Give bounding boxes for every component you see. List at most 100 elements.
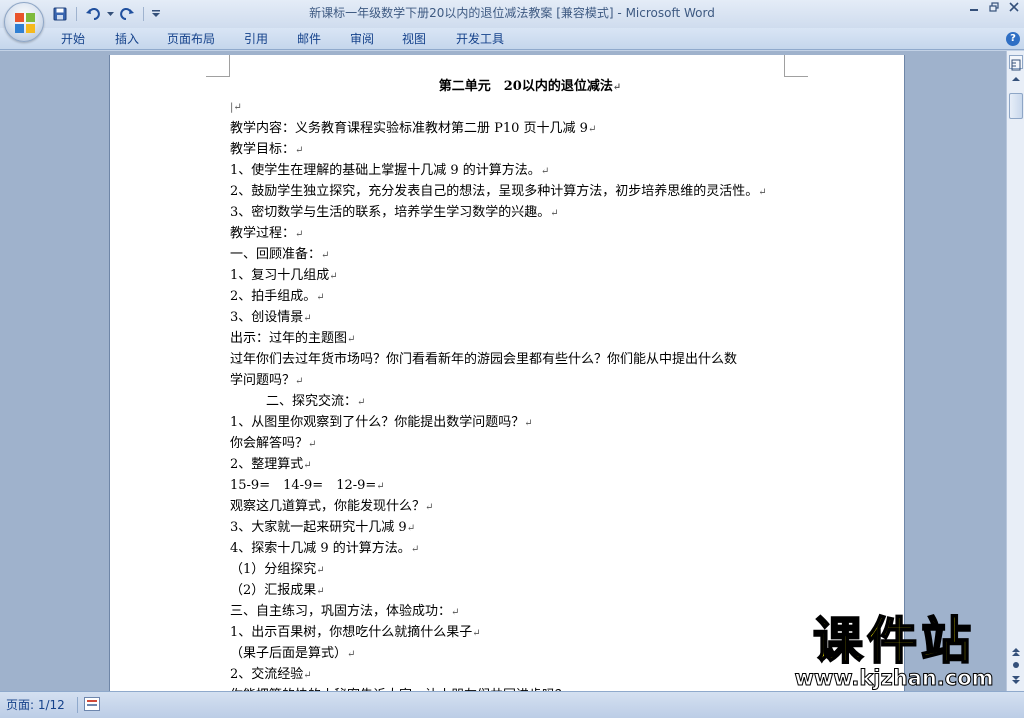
paragraph-mark: ↵ [329, 271, 338, 282]
document-line[interactable]: 2、交流经验↵ [230, 664, 830, 685]
watermark-url: www.kjzhan.com [794, 666, 994, 691]
paragraph-mark: ↵ [347, 649, 356, 660]
undo-button[interactable] [83, 4, 103, 24]
tab-developer[interactable]: 开发工具 [456, 30, 504, 48]
document-line[interactable]: 教学内容：义务教育课程实验标准教材第二册 P10 页十几减 9↵ [230, 118, 830, 139]
redo-icon [120, 8, 134, 20]
proofing-status-icon[interactable] [84, 697, 100, 711]
document-line[interactable]: （果子后面是算式）↵ [230, 643, 830, 664]
paragraph-mark: ↵ [376, 481, 385, 492]
paragraph-mark: ↵ [321, 250, 330, 261]
toolbar-separator [76, 7, 77, 21]
tab-mailings[interactable]: 邮件 [297, 30, 321, 48]
document-body[interactable]: 第二单元 20以内的退位减法↵ |↵ 教学内容：义务教育课程实验标准教材第二册 … [230, 76, 830, 691]
vertical-scrollbar[interactable] [1006, 51, 1024, 691]
view-ruler-button[interactable] [1009, 55, 1023, 71]
ruler-icon [1011, 59, 1021, 71]
paragraph-mark: ↵ [295, 229, 304, 240]
paragraph-mark: ↵ [451, 607, 460, 618]
customize-toolbar-button[interactable] [150, 4, 162, 24]
document-lines: 教学内容：义务教育课程实验标准教材第二册 P10 页十几减 9↵ 教学目标：↵ 1、… [230, 118, 830, 691]
paragraph-mark: ↵ [410, 544, 420, 555]
page-count-indicator[interactable]: 页面: 1/12 [6, 697, 65, 713]
document-line[interactable]: 观察这几道算式，你能发现什么？↵ [230, 496, 830, 517]
paragraph-mark: ↵ [295, 376, 304, 387]
tab-view[interactable]: 视图 [402, 30, 426, 48]
redo-button[interactable] [117, 4, 137, 24]
document-workspace[interactable]: 第二单元 20以内的退位减法↵ |↵ 教学内容：义务教育课程实验标准教材第二册 … [0, 51, 1006, 691]
undo-icon [86, 8, 100, 20]
paragraph-mark: ↵ [295, 145, 304, 156]
document-page[interactable]: 第二单元 20以内的退位减法↵ |↵ 教学内容：义务教育课程实验标准教材第二册 … [110, 55, 904, 691]
office-logo-icon [15, 13, 35, 33]
document-line[interactable]: 1、从图里你观察到了什么？你能提出数学问题吗？↵ [230, 412, 830, 433]
paragraph-mark: ↵ [550, 208, 559, 219]
paragraph-mark: ↵ [316, 586, 325, 597]
paragraph-mark: ↵ [347, 334, 356, 345]
document-line[interactable]: 15-9= 14-9= 12-9=↵ [230, 475, 830, 496]
document-line[interactable]: 2、整理算式↵ [230, 454, 830, 475]
status-bar: 页面: 1/12 [0, 691, 1024, 718]
document-line[interactable]: 一、回顾准备：↵ [230, 244, 830, 265]
quick-access-toolbar [50, 4, 162, 24]
minimize-button[interactable] [966, 2, 982, 16]
toolbar-separator [143, 7, 144, 21]
paragraph-mark: ↵ [612, 82, 622, 93]
paragraph-mark: ↵ [303, 670, 312, 681]
document-line[interactable]: 过年你们去过年货市场吗？你门看看新年的游园会里都有些什么？你们能从中提出什么数 [230, 349, 830, 370]
tab-references[interactable]: 引用 [244, 30, 268, 48]
tab-insert[interactable]: 插入 [115, 30, 139, 48]
scrollbar-thumb[interactable] [1009, 93, 1023, 119]
title-bar: 新课标一年级数学下册20以内的退位减法教案 [兼容模式] - Microsoft… [0, 0, 1024, 28]
save-icon [53, 7, 67, 21]
status-separator [77, 697, 78, 713]
undo-dropdown[interactable] [105, 4, 115, 24]
text-cursor-line[interactable]: |↵ [230, 97, 830, 118]
restore-icon [989, 2, 999, 12]
crop-mark-top-left [206, 55, 230, 77]
document-line[interactable]: 学问题吗？↵ [230, 370, 830, 391]
close-button[interactable] [1006, 2, 1022, 16]
document-line[interactable]: 1、使学生在理解的基础上掌握十几减 9 的计算方法。↵ [230, 160, 830, 181]
office-button[interactable] [4, 2, 44, 42]
document-line[interactable]: 1、复习十几组成↵ [230, 265, 830, 286]
watermark-brand: 课件站 [812, 611, 975, 671]
restore-button[interactable] [986, 2, 1002, 16]
tab-home[interactable]: 开始 [61, 30, 85, 48]
document-line[interactable]: 4、探索十几减 9 的计算方法。↵ [230, 538, 830, 559]
paragraph-mark: ↵ [425, 502, 434, 513]
save-button[interactable] [50, 4, 70, 24]
ribbon-tab-bar: 开始 插入 页面布局 引用 邮件 审阅 视图 开发工具 ? [0, 28, 1024, 50]
tab-page-layout[interactable]: 页面布局 [167, 30, 215, 48]
document-line[interactable]: （1）分组探究↵ [230, 559, 830, 580]
document-line[interactable]: 教学过程：↵ [230, 223, 830, 244]
document-name: 新课标一年级数学下册20以内的退位减法教案 [兼容模式] [309, 6, 614, 20]
document-line[interactable]: 3、创设情景↵ [230, 307, 830, 328]
paragraph-mark: ↵ [308, 439, 317, 450]
document-line[interactable]: 你会解答吗？↵ [230, 433, 830, 454]
help-icon[interactable]: ? [1006, 32, 1020, 46]
document-line[interactable]: 1、出示百果树，你想吃什么就摘什么果子↵ [230, 622, 830, 643]
document-line[interactable]: （2）汇报成果↵ [230, 580, 830, 601]
paragraph-mark: ↵ [587, 124, 597, 135]
document-line[interactable]: 三、自主练习，巩固方法，体验成功：↵ [230, 601, 830, 622]
scroll-up-button[interactable] [1009, 73, 1023, 87]
paragraph-mark: ↵ [303, 460, 312, 471]
document-line[interactable]: 二、探究交流：↵ [230, 391, 830, 412]
crop-mark-top-right [784, 55, 808, 77]
document-line[interactable]: 教学目标：↵ [230, 139, 830, 160]
paragraph-mark: ↵ [758, 187, 767, 198]
document-line[interactable]: 2、拍手组成。↵ [230, 286, 830, 307]
tab-review[interactable]: 审阅 [350, 30, 374, 48]
document-heading[interactable]: 第二单元 20以内的退位减法↵ [230, 76, 830, 97]
paragraph-mark: ↵ [406, 523, 416, 534]
document-line[interactable]: 3、密切数学与生活的联系，培养学生学习数学的兴趣。↵ [230, 202, 830, 223]
document-line[interactable]: 3、大家就一起来研究十几减 9↵ [230, 517, 830, 538]
customize-icon [152, 10, 160, 17]
document-line[interactable]: 出示：过年的主题图↵ [230, 328, 830, 349]
chevron-up-icon [1012, 77, 1020, 81]
document-line[interactable]: 2、鼓励学生独立探究，充分发表自己的想法，呈现多种计算方法，初步培养思维的灵活性… [230, 181, 830, 202]
paragraph-mark: ↵ [316, 565, 325, 576]
chevron-down-icon [106, 11, 114, 16]
paragraph-mark: ↵ [524, 418, 533, 429]
